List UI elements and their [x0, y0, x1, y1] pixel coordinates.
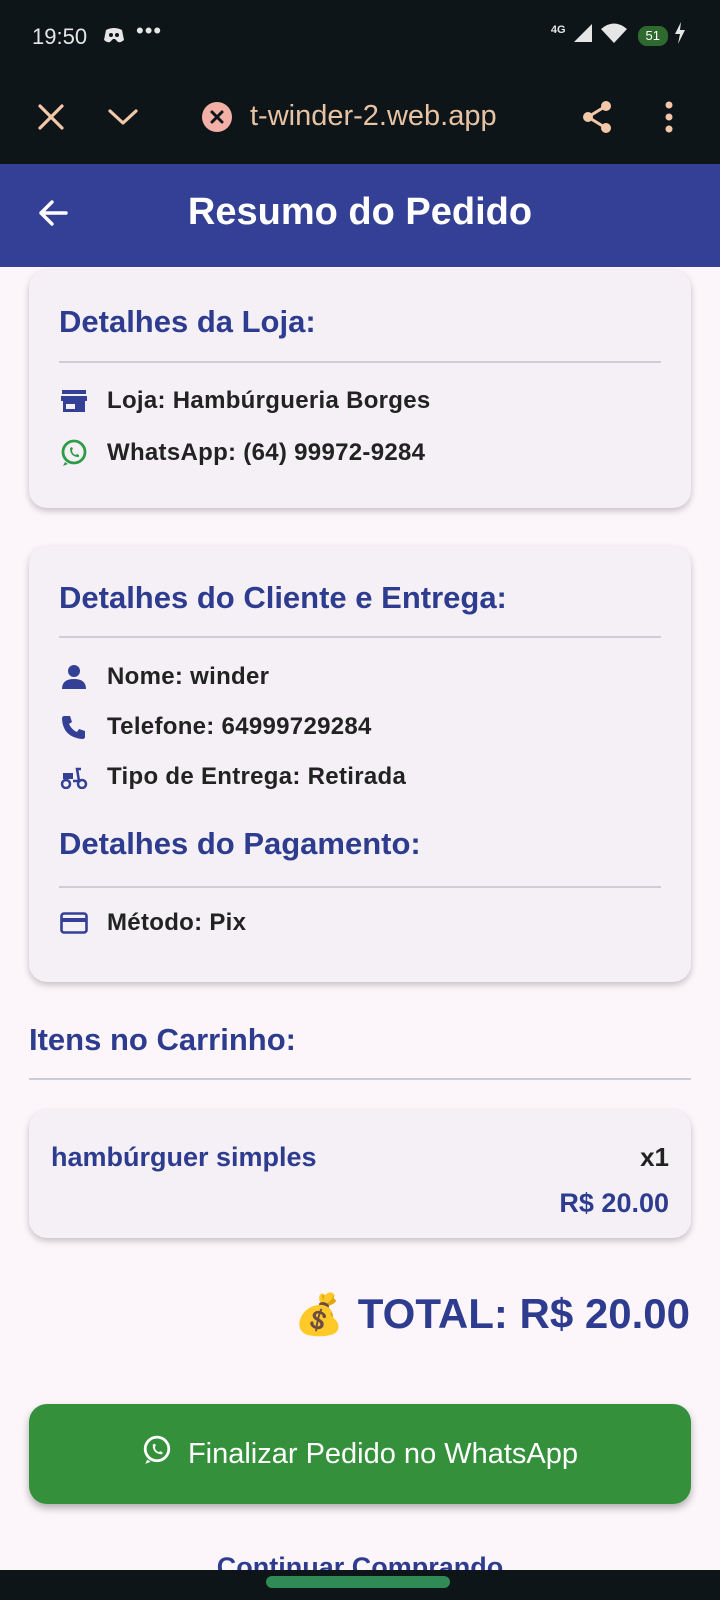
share-button[interactable]	[572, 94, 622, 144]
battery-level: 51	[637, 25, 668, 46]
money-bag-icon: 💰	[293, 1292, 344, 1337]
store-whatsapp: WhatsApp: (64) 99972-9284	[107, 439, 426, 466]
store-details-card: Detalhes da Loja: Loja: Hambúrgueria Bor…	[29, 270, 691, 508]
more-vert-icon	[664, 101, 674, 138]
gesture-handle[interactable]	[266, 1576, 450, 1588]
order-total: 💰 TOTAL: R$ 20.00	[294, 1290, 690, 1338]
payment-details-heading: Detalhes do Pagamento:	[59, 826, 421, 861]
order-total-label: TOTAL: R$ 20.00	[357, 1290, 690, 1337]
delivery-type-row: Tipo de Entrega: Retirada	[59, 762, 406, 792]
page-title: Resumo do Pedido	[187, 191, 533, 233]
divider	[59, 886, 661, 888]
store-name-row: Loja: Hambúrgueria Borges	[59, 386, 431, 416]
payment-method-row: Método: Pix	[59, 908, 246, 938]
browser-toolbar: t-winder-2.web.app	[0, 76, 720, 165]
cart-heading: Itens no Carrinho:	[29, 1022, 296, 1057]
finish-order-label: Finalizar Pedido no WhatsApp	[187, 1437, 579, 1470]
store-whatsapp-row: WhatsApp: (64) 99972-9284	[59, 438, 425, 468]
cell-signal-icon	[572, 23, 594, 48]
whatsapp-icon	[59, 438, 89, 468]
client-phone-row: Telefone: 64999729284	[59, 712, 372, 742]
system-nav-bar	[0, 1570, 720, 1600]
store-details-heading: Detalhes da Loja:	[59, 304, 316, 339]
delivery-type: Tipo de Entrega: Retirada	[107, 763, 407, 790]
url-bar[interactable]: t-winder-2.web.app	[202, 100, 497, 133]
cart-item-name: hambúrguer simples	[51, 1142, 317, 1172]
close-tab-button[interactable]	[26, 94, 76, 144]
cart-item-quantity: x1	[640, 1142, 669, 1172]
more-options-button[interactable]	[644, 94, 694, 144]
divider	[59, 636, 661, 638]
insecure-site-icon	[202, 101, 232, 132]
more-notifications-icon: •••	[136, 18, 163, 43]
discord-icon	[102, 26, 126, 51]
credit-card-icon	[59, 908, 89, 938]
divider	[29, 1078, 691, 1080]
client-details-heading: Detalhes do Cliente e Entrega:	[59, 580, 507, 615]
network-type: 4G	[550, 23, 566, 36]
client-phone: Telefone: 64999729284	[107, 713, 372, 740]
minimize-button[interactable]	[98, 94, 148, 144]
chevron-down-icon	[107, 107, 139, 132]
store-icon	[59, 386, 89, 416]
cart-item-price: R$ 20.00	[559, 1188, 669, 1218]
wifi-icon	[600, 22, 628, 49]
app-bar: Resumo do Pedido	[0, 164, 720, 267]
client-name-row: Nome: winder	[59, 662, 269, 692]
charging-icon	[674, 22, 686, 49]
person-icon	[59, 662, 89, 692]
close-icon	[37, 103, 65, 136]
client-details-card: Detalhes do Cliente e Entrega: Nome: win…	[29, 546, 691, 982]
phone-icon	[59, 712, 89, 742]
delivery-scooter-icon	[59, 762, 89, 792]
share-icon	[579, 99, 615, 140]
cart-item-card: hambúrguer simples x1 R$ 20.00	[29, 1110, 691, 1238]
status-icons: 4G 51	[551, 22, 686, 49]
client-name: Nome: winder	[107, 663, 270, 690]
payment-method: Método: Pix	[107, 909, 247, 936]
status-time: 19:50	[32, 24, 88, 49]
finish-order-whatsapp-button[interactable]: Finalizar Pedido no WhatsApp	[29, 1404, 691, 1504]
whatsapp-icon	[142, 1435, 172, 1473]
divider	[59, 361, 661, 363]
store-name: Loja: Hambúrgueria Borges	[107, 387, 431, 414]
status-bar: 19:50 ••• 4G 51	[0, 0, 720, 76]
url-text: t-winder-2.web.app	[250, 100, 497, 132]
